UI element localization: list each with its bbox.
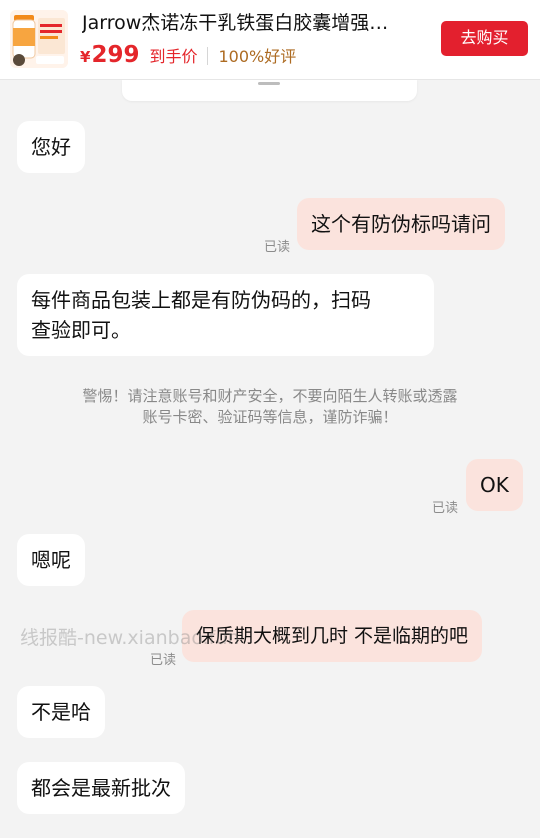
message-bubble-left[interactable]: 都会是最新批次 — [17, 762, 185, 814]
notice-line1: 警惕！请注意账号和财产安全，不要向陌生人转账或透露 — [82, 387, 458, 405]
message-bubble-left[interactable]: 每件商品包装上都是有防伪码的，扫码 查验即可。 — [17, 274, 434, 356]
watermark: 线报酷-new.xianbao.fun — [20, 627, 240, 649]
message-bubble-left[interactable]: 嗯呢 — [17, 534, 85, 586]
price-currency: ¥ — [80, 48, 91, 66]
collapse-card[interactable] — [122, 80, 417, 101]
message-text: 不是哈 — [31, 700, 91, 724]
notice-line2: 账号卡密、验证码等信息，谨防诈骗！ — [142, 408, 398, 426]
security-notice: 警惕！请注意账号和财产安全，不要向陌生人转账或透露 账号卡密、验证码等信息，谨防… — [40, 386, 500, 428]
buy-button[interactable]: 去购买 — [441, 21, 528, 56]
message-bubble-left[interactable]: 不是哈 — [17, 686, 105, 738]
message-bubble-right[interactable]: OK — [466, 459, 523, 511]
product-bottle-image — [10, 10, 68, 68]
product-thumbnail[interactable] — [10, 10, 68, 68]
message-bubble-left[interactable]: 您好 — [17, 121, 85, 173]
rating-text: 100%好评 — [218, 47, 297, 66]
price-value: 299 — [91, 42, 140, 68]
message-text: 都会是最新批次 — [31, 776, 171, 800]
product-title[interactable]: Jarrow杰诺冻干乳铁蛋白胶囊增强… — [82, 10, 422, 36]
read-status: 已读 — [432, 501, 459, 516]
divider — [207, 47, 209, 65]
read-status: 已读 — [150, 653, 177, 668]
message-text-line2: 查验即可。 — [31, 318, 131, 342]
message-text: OK — [480, 473, 509, 497]
product-card[interactable]: Jarrow杰诺冻干乳铁蛋白胶囊增强… ¥ 299 到手价 100%好评 去购买 — [0, 0, 540, 80]
price-label: 到手价 — [149, 47, 198, 66]
message-text: 嗯呢 — [31, 548, 71, 572]
message-text: 这个有防伪标吗请问 — [311, 212, 491, 236]
message-bubble-right[interactable]: 这个有防伪标吗请问 — [297, 198, 505, 250]
message-text: 您好 — [31, 135, 71, 159]
read-status: 已读 — [264, 240, 291, 255]
message-text-line1: 每件商品包装上都是有防伪码的，扫码 — [31, 288, 371, 312]
collapse-handle-icon[interactable] — [258, 82, 280, 85]
price-row: ¥ 299 到手价 100%好评 — [80, 42, 296, 70]
